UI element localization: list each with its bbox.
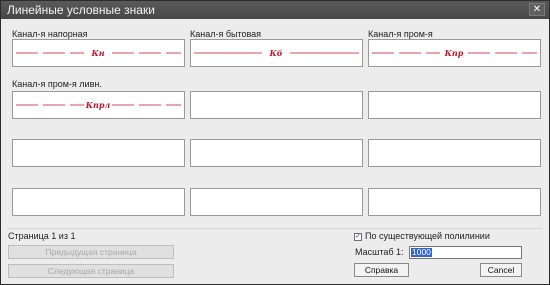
symbol-cell[interactable]: Кпр bbox=[368, 39, 541, 67]
line-symbol-preview: Кб bbox=[194, 48, 359, 58]
scale-label: Масштаб 1: bbox=[355, 247, 404, 257]
symbol-cell[interactable]: Кпрл bbox=[12, 91, 185, 119]
symbol-label: Канал-я бытовая bbox=[190, 29, 262, 39]
line-symbol-code: Кпр bbox=[444, 48, 464, 58]
symbol-label: Канал-я пром-я ливн. bbox=[12, 79, 102, 89]
line-symbol-code: Кн bbox=[90, 48, 104, 58]
existing-polyline-checkbox[interactable]: ✓ bbox=[354, 233, 362, 241]
symbol-cell[interactable] bbox=[12, 188, 185, 216]
scale-value: 1000 bbox=[411, 247, 432, 257]
symbol-label: Канал-я пром-я bbox=[368, 29, 433, 39]
checkmark-icon: ✓ bbox=[355, 233, 361, 240]
symbol-cell[interactable] bbox=[190, 188, 363, 216]
symbol-cell[interactable] bbox=[190, 91, 363, 119]
line-symbol-preview: Кн bbox=[16, 48, 181, 58]
symbol-cell[interactable] bbox=[12, 139, 185, 167]
title-bar[interactable]: Линейные условные знаки ✕ bbox=[1, 1, 549, 19]
existing-polyline-label: По существующей полилинии bbox=[365, 231, 490, 241]
symbol-cell[interactable] bbox=[190, 139, 363, 167]
cancel-button[interactable]: Cancel bbox=[480, 263, 522, 277]
line-symbol-preview: Кпр bbox=[372, 48, 537, 58]
symbol-cell[interactable] bbox=[368, 139, 541, 167]
symbol-cell[interactable] bbox=[368, 91, 541, 119]
scale-input[interactable]: 1000 bbox=[409, 246, 522, 259]
symbol-label: Канал-я напорная bbox=[12, 29, 88, 39]
symbol-cell[interactable] bbox=[368, 188, 541, 216]
previous-page-button[interactable]: Предыдущая страница bbox=[8, 245, 174, 259]
line-symbol-code: Кб bbox=[268, 48, 282, 58]
symbol-cell[interactable]: Кб bbox=[190, 39, 363, 67]
page-status: Страница 1 из 1 bbox=[8, 231, 76, 241]
line-symbol-preview: Кпрл bbox=[16, 100, 181, 110]
divider bbox=[7, 228, 543, 229]
help-button[interactable]: Справка bbox=[354, 263, 409, 277]
next-page-button[interactable]: Следующая страница bbox=[8, 264, 174, 278]
window-title: Линейные условные знаки bbox=[7, 3, 155, 17]
line-symbol-code: Кпрл bbox=[85, 100, 111, 110]
close-button[interactable]: ✕ bbox=[529, 3, 545, 16]
symbol-cell[interactable]: Кн bbox=[12, 39, 185, 67]
dialog-window: Линейные условные знаки ✕ Канал-я напорн… bbox=[0, 0, 550, 285]
